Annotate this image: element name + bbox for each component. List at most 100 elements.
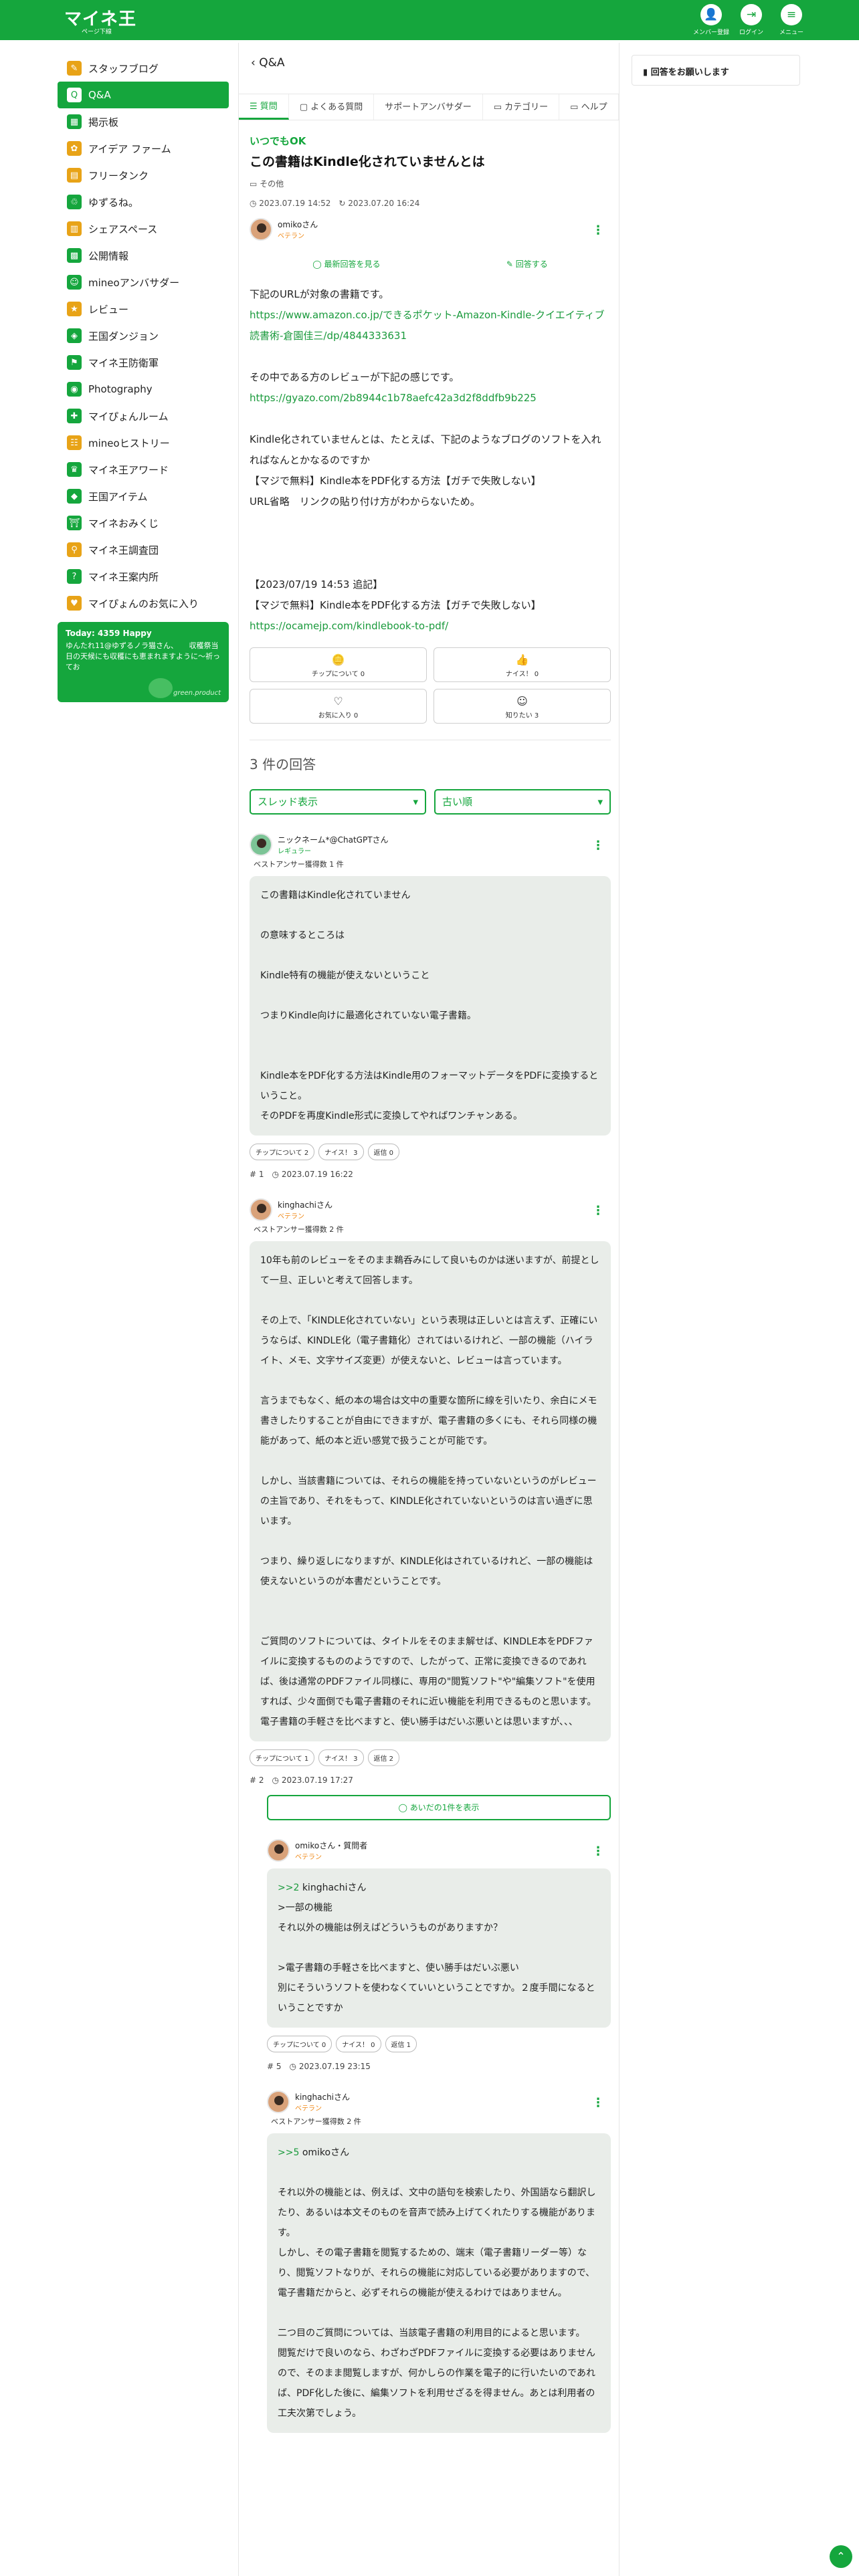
sidebar-item-label: スタッフブログ — [88, 62, 159, 75]
sidebar-item-label: Q&A — [88, 89, 111, 101]
member-register-button[interactable]: 👤 メンバー登録 — [693, 4, 729, 36]
avatar[interactable] — [250, 218, 272, 241]
sidebar-item-label: ゆずるね。 — [88, 196, 139, 209]
banner-text: ゆんたれ11@ゆずるノラ猫さん、 収穫祭当日の天候にも収穫にも恵まれますように〜… — [66, 641, 220, 671]
wonder-icon: ☺ — [516, 695, 528, 708]
amazon-link[interactable]: https://www.amazon.co.jp/できるポケット-Amazon-… — [250, 309, 605, 342]
sidebar-item[interactable]: ◆ 王国アイテム — [58, 483, 229, 510]
sidebar-item[interactable]: ⛩ マイネおみくじ — [58, 510, 229, 536]
answer-author[interactable]: ニックネーム*@ChatGPTさん — [278, 834, 389, 845]
sidebar-item-label: mineoアンバサダー — [88, 276, 180, 289]
sidebar-item[interactable]: ✎ スタッフブログ — [58, 55, 229, 82]
more-options-icon[interactable]: ⋮ — [592, 223, 604, 237]
sidebar-item-icon: ◈ — [67, 328, 82, 343]
sidebar-item[interactable]: ▩ 公開情報 — [58, 242, 229, 269]
avatar[interactable] — [250, 1198, 272, 1221]
reply-chip[interactable]: 返信 2 — [367, 1749, 400, 1766]
author-name[interactable]: omikoさん — [278, 219, 318, 230]
pencil-icon: ✎ — [506, 259, 516, 269]
show-hidden-replies-button[interactable]: ◯ あいだの1件を表示 — [267, 1795, 611, 1820]
coin-icon: 🪙 — [331, 653, 345, 666]
answer-number[interactable]: # 1 — [250, 1170, 264, 1179]
answer-button[interactable]: ✎ 回答する — [506, 258, 548, 270]
sidebar-item[interactable]: ▦ 掲示板 — [58, 108, 229, 135]
avatar[interactable] — [267, 2090, 290, 2113]
chat-icon: ◯ — [398, 1803, 410, 1812]
menu-button[interactable]: ≡ メニュー — [773, 4, 809, 36]
sidebar-item[interactable]: ☷ mineoヒストリー — [58, 429, 229, 456]
sidebar-item-icon: Q — [67, 88, 82, 102]
tip-button[interactable]: 🪙 チップについて 0 — [250, 647, 427, 682]
sidebar-item-icon: ✿ — [67, 141, 82, 156]
refresh-icon: ↻ — [339, 199, 349, 208]
sidebar-item[interactable]: ★ レビュー — [58, 296, 229, 322]
sidebar-item-icon: ◆ — [67, 489, 82, 504]
sidebar-item[interactable]: ✚ マイぴょんルーム — [58, 403, 229, 429]
reply-body: >>5 omikoさん それ以外の機能とは、例えば、文中の語句を検索したり、外国… — [267, 2133, 611, 2433]
avatar[interactable] — [250, 833, 272, 856]
happy-banner[interactable]: Today: 4359 Happy ゆんたれ11@ゆずるノラ猫さん、 収穫祭当日… — [58, 622, 229, 702]
nice-chip[interactable]: ナイス！ 3 — [318, 1749, 364, 1766]
sidebar-item[interactable]: ✿ アイデア ファーム — [58, 135, 229, 162]
answer-number[interactable]: # 5 — [267, 2062, 282, 2071]
sidebar-item[interactable]: ♛ マイネ王アワード — [58, 456, 229, 483]
answer-request-panel[interactable]: ▮ 回答をお願いします — [632, 55, 800, 86]
tab-category[interactable]: ▭ カテゴリー — [483, 94, 560, 120]
tab-faq[interactable]: ▢ よくある質問 — [289, 94, 375, 120]
sidebar-item-icon: ⚑ — [67, 355, 82, 370]
more-options-icon[interactable]: ⋮ — [592, 1204, 604, 1218]
gyazo-link[interactable]: https://gyazo.com/2b8944c1b78aefc42a3d2f… — [250, 392, 537, 404]
sidebar-item-icon: ♥ — [67, 596, 82, 611]
reply-chip[interactable]: 返信 0 — [367, 1144, 400, 1160]
avatar[interactable] — [267, 1839, 290, 1862]
scroll-top-button[interactable]: ⌃ — [830, 2545, 852, 2568]
want-to-know-button[interactable]: ☺ 知りたい 3 — [434, 689, 611, 724]
sidebar-item[interactable]: ☺ mineoアンバサダー — [58, 269, 229, 296]
more-options-icon[interactable]: ⋮ — [592, 839, 604, 853]
thread-view-select[interactable]: スレッド表示 — [250, 789, 426, 815]
sidebar-item-icon: ▥ — [67, 221, 82, 236]
latest-answer-link[interactable]: ◯ 最新回答を見る — [312, 258, 380, 270]
reply-author[interactable]: kinghachiさん — [295, 2091, 350, 2103]
sidebar-item[interactable]: ▥ シェアスペース — [58, 215, 229, 242]
sidebar-item-icon: ✚ — [67, 409, 82, 423]
sidebar-item[interactable]: ♥ マイぴょんのお気に入り — [58, 590, 229, 617]
sidebar-item[interactable]: ♲ ゆずるね。 — [58, 189, 229, 215]
answer-author[interactable]: kinghachiさん — [278, 1199, 332, 1210]
tip-chip[interactable]: チップについて 0 — [267, 2036, 332, 2052]
reply-chip[interactable]: 返信 1 — [385, 2036, 417, 2052]
sidebar-item-label: マイネおみくじ — [88, 517, 159, 530]
more-options-icon[interactable]: ⋮ — [592, 2096, 604, 2110]
tip-chip[interactable]: チップについて 2 — [250, 1144, 315, 1160]
sidebar-item-icon: ♛ — [67, 462, 82, 477]
answer-number[interactable]: # 2 — [250, 1776, 264, 1785]
sidebar-item[interactable]: ▤ フリータンク — [58, 162, 229, 189]
reply-author[interactable]: omikoさん・質問者 — [295, 1840, 367, 1851]
sidebar-item[interactable]: Q Q&A — [58, 82, 229, 108]
tip-chip[interactable]: チップについて 1 — [250, 1749, 315, 1766]
tab-help[interactable]: ▭ ヘルプ — [559, 94, 619, 120]
breadcrumb[interactable]: ‹ Q&A — [251, 56, 284, 70]
sort-order-select[interactable]: 古い順 — [434, 789, 611, 815]
sidebar-item[interactable]: ⚲ マイネ王調査団 — [58, 536, 229, 563]
more-options-icon[interactable]: ⋮ — [592, 1844, 604, 1858]
login-button[interactable]: ⇥ ログイン — [733, 4, 769, 36]
nice-button[interactable]: 👍 ナイス！ 0 — [434, 647, 611, 682]
ocamejp-link[interactable]: https://ocamejp.com/kindlebook-to-pdf/ — [250, 620, 448, 632]
main-column: ‹ Q&A ☰ 質問 ▢ よくある質問 サポートアンバサダー ▭ カテゴリー ▭… — [238, 43, 619, 2576]
nice-chip[interactable]: ナイス！ 0 — [336, 2036, 381, 2052]
sidebar-item[interactable]: ? マイネ王案内所 — [58, 563, 229, 590]
tab-questions[interactable]: ☰ 質問 — [239, 94, 289, 120]
sidebar-item-icon: ▩ — [67, 248, 82, 263]
reply-item: omikoさん・質問者 ベテラン ⋮ >>2 kinghachiさん >一部の機能 … — [267, 1839, 611, 2072]
sidebar-item-label: レビュー — [88, 303, 129, 316]
sidebar-item[interactable]: ◈ 王国ダンジョン — [58, 322, 229, 349]
reply-reference-link[interactable]: >>5 — [278, 2147, 299, 2158]
question-category[interactable]: ▭ その他 — [250, 178, 611, 189]
reply-reference-link[interactable]: >>2 — [278, 1883, 299, 1893]
tab-support-ambassador[interactable]: サポートアンバサダー — [374, 94, 483, 120]
favorite-button[interactable]: ♡ お気に入り 0 — [250, 689, 427, 724]
nice-chip[interactable]: ナイス！ 3 — [318, 1144, 364, 1160]
sidebar-item[interactable]: ⚑ マイネ王防衛軍 — [58, 349, 229, 376]
sidebar-item[interactable]: ◉ Photography — [58, 376, 229, 403]
